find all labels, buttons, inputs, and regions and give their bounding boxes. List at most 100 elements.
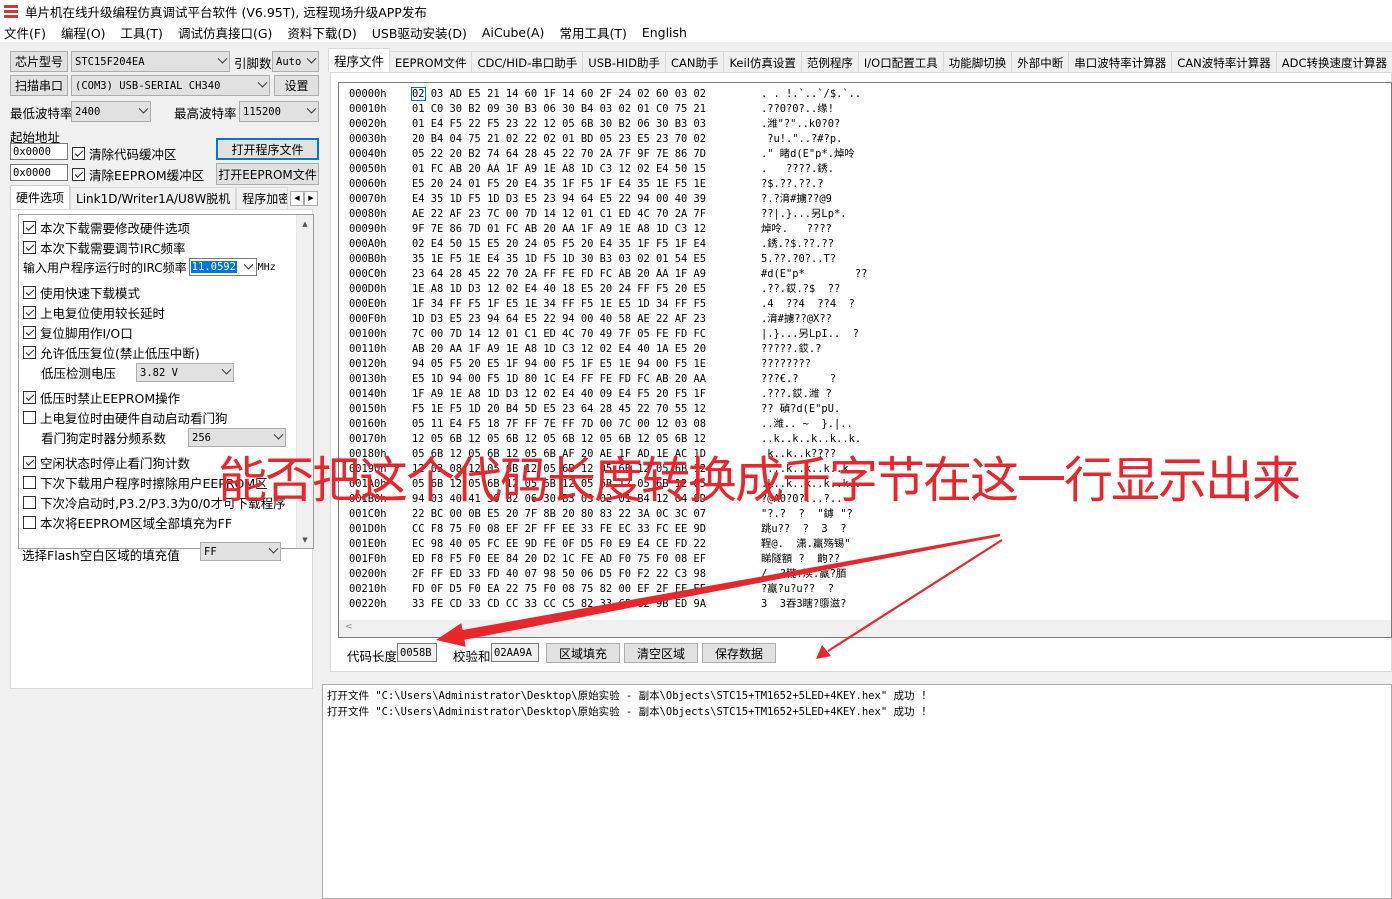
option-reset-pin-io[interactable]: 复位脚用作I/O口 [23, 323, 133, 342]
chevron-right-icon[interactable]: ▶ [304, 190, 318, 206]
hex-row-bytes[interactable]: 94 05 F5 20 E5 1F 94 00 F5 1F E5 1E 94 0… [412, 357, 706, 372]
irc-frequency-select[interactable]: 11.0592 [188, 258, 257, 276]
tab-pin-switch[interactable]: 功能脚切换 [942, 51, 1013, 73]
menu-download[interactable]: 资料下载(D) [287, 23, 356, 42]
option-idle-stop-watchdog[interactable]: 空闲状态时停止看门狗计数 [23, 453, 190, 472]
hex-row-bytes[interactable]: 22 BC 00 0B E5 20 7F 8B 20 80 83 22 3A 0… [412, 507, 706, 522]
hex-row-bytes[interactable]: 05 11 E4 F5 18 7F FF 7E FF 7D 00 7C 00 1… [412, 417, 706, 432]
hex-row-bytes[interactable]: 12 05 6B 12 05 6B 12 05 6B 12 05 6B 12 0… [412, 432, 706, 447]
open-program-file-button[interactable]: 打开程序文件 [216, 138, 319, 160]
hex-row-bytes[interactable]: 2F FF ED 33 FD 40 07 98 50 06 D5 F0 F2 2… [412, 567, 706, 582]
hex-row-bytes[interactable]: 33 FE CD 33 CD CC 33 CC C5 82 33 C5 82 9… [412, 597, 706, 612]
menu-aicube[interactable]: AiCube(A) [482, 25, 545, 40]
hex-row-bytes[interactable]: 1F 34 FF F5 1F E5 1E 34 FF F5 1E E5 1D 3… [412, 297, 706, 312]
tab-offline-programmer[interactable]: Link1D/Writer1A/U8W脱机 [70, 187, 237, 209]
low-voltage-select[interactable]: 3.82 V [136, 363, 235, 382]
hex-row-address: 00210h [349, 583, 387, 595]
hex-row-bytes[interactable]: 1E A8 1D D3 12 02 E4 40 18 E5 20 24 FF F… [412, 282, 706, 297]
hex-row-bytes[interactable]: 23 64 28 45 22 70 2A FF FE FD FC AB 20 A… [412, 267, 706, 282]
scan-port-button[interactable]: 扫描串口 [10, 75, 68, 96]
tab-usb-hid[interactable]: USB-HID助手 [582, 51, 666, 73]
tab-adc-speed-calc[interactable]: ADC转换速度计算器 [1275, 51, 1392, 73]
tab-hardware-options[interactable]: 硬件选项 [10, 185, 71, 209]
hex-row-bytes[interactable]: 02 03 AD E5 21 14 60 1F 14 60 2F 24 02 6… [411, 87, 706, 102]
option-auto-watchdog[interactable]: 上电复位时由硬件自动启动看门狗 [23, 408, 228, 427]
hex-editor[interactable]: 00000h 02 03 AD E5 21 14 60 1F 14 60 2F 2… [338, 82, 1392, 638]
clear-region-button[interactable]: 清空区域 [624, 643, 698, 663]
option-adjust-irc[interactable]: 本次下载需要调节IRC频率 [23, 238, 185, 257]
hex-row-bytes[interactable]: ED F8 F5 F0 EE 84 20 D2 1C FE AD F0 75 F… [412, 552, 706, 567]
hex-row-bytes[interactable]: E5 1D 94 00 F5 1D 80 1C E4 FF FE FD FC A… [412, 372, 706, 387]
option-label: 复位脚用作I/O口 [40, 326, 133, 341]
tab-program-encryption[interactable]: 程序加密后 [236, 187, 288, 209]
hex-row-bytes[interactable]: 05 22 20 B2 74 64 28 45 22 70 2A 7F 9F 7… [412, 147, 706, 162]
flash-fill-select[interactable]: FF [200, 542, 281, 561]
menu-english[interactable]: English [642, 25, 687, 40]
tab-keil-settings[interactable]: Keil仿真设置 [723, 51, 802, 73]
tab-serial-assistant[interactable]: CDC/HID-串口助手 [471, 51, 584, 73]
eeprom-start-address-input[interactable]: 0x0000 [10, 164, 68, 181]
chip-model-select[interactable]: STC15F204EA [71, 51, 230, 72]
hex-row-bytes[interactable]: E5 20 24 01 F5 20 E4 35 1F F5 1F E4 35 1… [412, 177, 706, 192]
min-baud-select[interactable]: 2400 [71, 101, 151, 122]
hex-row-bytes[interactable]: 01 FC AB 20 AA 1F A9 1E A8 1D C3 12 02 E… [412, 162, 706, 177]
hex-row-bytes[interactable]: 9F 7E 86 7D 01 FC AB 20 AA 1F A9 1E A8 1… [412, 222, 706, 237]
option-fast-download[interactable]: 使用快速下载模式 [23, 283, 140, 302]
chip-model-button[interactable]: 芯片型号 [10, 51, 68, 72]
option-modify-hardware[interactable]: 本次下载需要修改硬件选项 [23, 218, 190, 237]
hex-row-bytes[interactable]: FD 0F D5 F0 EA 22 75 F0 08 75 82 00 EF 2… [412, 582, 706, 597]
hex-horizontal-scrollbar[interactable]: < [339, 620, 1391, 637]
option-fill-eeprom-ff[interactable]: 本次将EEPROM区域全部填充为FF [23, 513, 232, 532]
tab-examples[interactable]: 范例程序 [800, 51, 859, 73]
menu-program[interactable]: 编程(O) [61, 23, 106, 42]
open-eeprom-file-button[interactable]: 打开EEPROM文件 [216, 163, 319, 185]
clear-code-buffer-checkbox[interactable]: 清除代码缓冲区 [72, 144, 177, 163]
hex-row-bytes[interactable]: CC F8 75 F0 08 EF 2F FF EE 33 FE EC 33 F… [412, 522, 706, 537]
tab-io-config[interactable]: I/O口配置工具 [857, 51, 944, 73]
settings-button[interactable]: 设置 [274, 75, 319, 96]
hex-row-bytes[interactable]: AE 22 AF 23 7C 00 7D 14 12 01 C1 ED 4C 7… [412, 207, 706, 222]
option-low-voltage-reset[interactable]: 允许低压复位(禁止低压中断) [23, 343, 200, 362]
hex-row-bytes[interactable]: 35 1E F5 1E E4 35 1D F5 1D 30 B3 03 02 0… [412, 252, 706, 267]
hex-row-bytes[interactable]: 1D D3 E5 23 94 64 E5 22 94 00 40 58 AE 2… [412, 312, 706, 327]
tab-eeprom-file[interactable]: EEPROM文件 [389, 51, 473, 73]
tab-external-interrupt[interactable]: 外部中断 [1011, 51, 1070, 73]
menu-debug[interactable]: 调试仿真接口(G) [178, 23, 272, 42]
port-select[interactable]: (COM3) USB-SERIAL CH340 [71, 75, 270, 96]
hex-row-bytes[interactable]: 1F A9 1E A8 1D D3 12 02 E4 40 09 E4 F5 2… [412, 387, 706, 402]
menu-tools[interactable]: 工具(T) [121, 23, 163, 42]
pin-count-select[interactable]: Auto [272, 51, 319, 72]
hex-row-bytes[interactable]: EC 98 40 05 FC EE 9D FE 0F D5 F0 E9 E4 C… [412, 537, 706, 552]
hex-row-bytes[interactable]: 7C 00 7D 14 12 01 C1 ED 4C 70 49 7F 05 F… [412, 327, 706, 342]
tab-program-file[interactable]: 程序文件 [328, 48, 391, 72]
tab-uart-baud-calc[interactable]: 串口波特率计算器 [1068, 51, 1173, 73]
code-start-address-input[interactable]: 0x0000 [10, 143, 68, 160]
hex-row-address: 000A0h [349, 238, 387, 250]
output-log[interactable]: 打开文件 "C:\Users\Administrator\Desktop\原始实… [322, 684, 1392, 899]
option-disable-eeprom-low-voltage[interactable]: 低压时禁止EEPROM操作 [23, 388, 180, 407]
region-fill-button[interactable]: 区域填充 [546, 643, 620, 663]
clear-eeprom-buffer-checkbox[interactable]: 清除EEPROM缓冲区 [72, 165, 204, 184]
chevron-left-icon[interactable]: < [345, 622, 353, 632]
tab-can-assistant[interactable]: CAN助手 [664, 51, 725, 73]
hex-row-bytes[interactable]: 20 B4 04 75 21 02 22 02 01 BD 05 23 E5 2… [412, 132, 706, 147]
tab-can-baud-calc[interactable]: CAN波特率计算器 [1171, 51, 1277, 73]
menu-file[interactable]: 文件(F) [4, 23, 46, 42]
scroll-up-icon[interactable]: ▲ [297, 215, 313, 232]
hex-row-bytes[interactable]: 02 E4 50 15 E5 20 24 05 F5 20 E4 35 1F F… [412, 237, 706, 252]
save-data-button[interactable]: 保存数据 [702, 643, 776, 663]
hex-row-bytes[interactable]: AB 20 AA 1F A9 1E A8 1D C3 12 02 E4 40 1… [412, 342, 706, 357]
hex-row-bytes[interactable]: E4 35 1D F5 1D D3 E5 23 94 64 E5 22 94 0… [412, 192, 706, 207]
scroll-down-icon[interactable]: ▼ [297, 531, 313, 548]
chevron-left-icon[interactable]: ◀ [290, 190, 304, 206]
menu-usb-driver[interactable]: USB驱动安装(D) [372, 23, 467, 42]
hex-row-address: 000C0h [349, 268, 387, 280]
menu-common-tools[interactable]: 常用工具(T) [559, 23, 626, 42]
option-long-reset-delay[interactable]: 上电复位使用较长延时 [23, 303, 165, 322]
watchdog-divider-select[interactable]: 256 [188, 428, 287, 447]
option-label: 上电复位使用较长延时 [40, 306, 166, 321]
hex-row-bytes[interactable]: 01 E4 F5 22 F5 23 22 12 05 6B 30 B2 06 3… [412, 117, 706, 132]
max-baud-select[interactable]: 115200 [239, 101, 319, 122]
hex-row-bytes[interactable]: 01 C0 30 B2 09 30 B3 06 30 B4 03 02 01 C… [412, 102, 706, 117]
hex-row-bytes[interactable]: F5 1E F5 1D 20 B4 5D E5 23 64 28 45 22 7… [412, 402, 706, 417]
